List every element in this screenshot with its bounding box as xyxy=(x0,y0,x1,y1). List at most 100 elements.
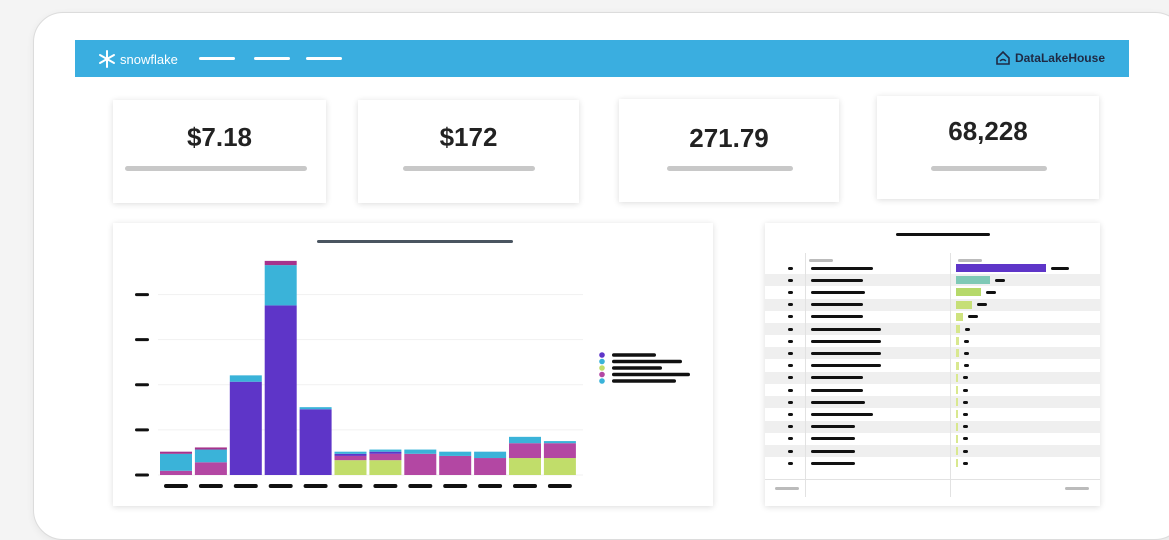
row-value-bar[interactable] xyxy=(956,349,959,358)
bar-segment[interactable] xyxy=(299,407,332,410)
row-value-bar[interactable] xyxy=(956,325,960,333)
row-value-bar[interactable] xyxy=(956,337,959,346)
kpi-value: $7.18 xyxy=(186,122,253,152)
column-header-value xyxy=(958,259,982,262)
bar-segment[interactable] xyxy=(264,265,297,306)
bar-segment[interactable] xyxy=(369,460,402,475)
row-value-bar[interactable] xyxy=(956,264,1046,272)
x-tick-label xyxy=(164,484,188,488)
bar-segment[interactable] xyxy=(194,449,227,463)
column-divider xyxy=(805,253,806,497)
nav-link-1[interactable] xyxy=(199,57,235,60)
row-value-label xyxy=(963,400,968,404)
bar-segment[interactable] xyxy=(509,443,541,459)
bar-segment[interactable] xyxy=(299,409,332,475)
row-value-bar[interactable] xyxy=(956,361,959,370)
x-tick-label xyxy=(233,484,258,488)
row-value-label xyxy=(963,437,968,441)
row-value-bar[interactable] xyxy=(956,300,973,309)
row-value-bar[interactable] xyxy=(956,276,991,285)
x-tick-label xyxy=(478,484,503,488)
bar-segment[interactable] xyxy=(474,451,507,459)
snowflake-logo[interactable]: snowflake xyxy=(97,49,178,69)
y-tick-label xyxy=(135,473,149,477)
row-name xyxy=(811,461,855,465)
row-value-bar[interactable] xyxy=(956,459,958,468)
row-value-label xyxy=(963,364,969,368)
legend-swatch[interactable] xyxy=(599,358,605,365)
bar-segment[interactable] xyxy=(369,453,402,461)
row-value-bar[interactable] xyxy=(956,288,982,297)
legend-swatch[interactable] xyxy=(599,371,605,378)
nav-link-2[interactable] xyxy=(254,57,290,60)
bar-chart-card xyxy=(113,223,713,506)
row-value-bar[interactable] xyxy=(956,312,964,321)
bar-segment[interactable] xyxy=(543,443,576,459)
kpi-card-2[interactable]: $172 xyxy=(358,100,579,203)
bar-segment[interactable] xyxy=(264,260,297,266)
x-tick-label xyxy=(443,484,468,488)
bar-segment[interactable] xyxy=(369,449,402,452)
bar-segment[interactable] xyxy=(229,375,262,382)
partner-name: DataLakeHouse xyxy=(1014,51,1105,65)
row-index xyxy=(788,364,793,368)
bar-segment[interactable] xyxy=(194,462,227,475)
row-value-bar[interactable] xyxy=(956,398,958,407)
bar-segment[interactable] xyxy=(509,436,541,444)
table-footer-left xyxy=(775,487,799,490)
bar-segment[interactable] xyxy=(439,451,472,456)
partner-logo[interactable]: DataLakeHouse xyxy=(995,50,1105,66)
legend-swatch[interactable] xyxy=(599,365,605,371)
row-index xyxy=(788,412,793,416)
row-name xyxy=(811,327,881,331)
bar-segment[interactable] xyxy=(543,458,576,475)
row-value-bar[interactable] xyxy=(956,447,958,455)
legend-swatch[interactable] xyxy=(599,378,605,384)
bar-segment[interactable] xyxy=(334,453,367,456)
bar-segment[interactable] xyxy=(334,455,367,461)
row-value-bar[interactable] xyxy=(956,386,958,394)
kpi-card-4[interactable]: 68,228 xyxy=(877,96,1099,199)
kpi-label-placeholder xyxy=(403,166,535,171)
row-value-label xyxy=(963,449,968,453)
snowflake-icon xyxy=(99,50,115,68)
bar-segment[interactable] xyxy=(160,453,192,471)
kpi-value: 271.79 xyxy=(689,123,769,153)
row-value-bar[interactable] xyxy=(956,422,958,431)
kpi-card-1[interactable]: $7.18 xyxy=(113,100,326,203)
row-value-label xyxy=(963,351,969,355)
bar-segment[interactable] xyxy=(194,447,227,450)
bar-segment[interactable] xyxy=(264,305,297,475)
bar-segment[interactable] xyxy=(334,451,367,454)
bar-segment[interactable] xyxy=(160,470,192,475)
nav-link-3[interactable] xyxy=(306,57,342,60)
bar-segment[interactable] xyxy=(369,451,402,454)
bar-segment[interactable] xyxy=(509,458,541,475)
kpi-card-3[interactable]: 271.79 xyxy=(619,99,839,202)
bar-segment[interactable] xyxy=(229,381,262,475)
row-name xyxy=(811,400,865,404)
bar-segment[interactable] xyxy=(439,455,472,475)
row-index xyxy=(788,327,793,331)
row-value-bar[interactable] xyxy=(956,373,958,382)
row-name xyxy=(811,303,863,307)
row-value-label xyxy=(995,278,1006,282)
bar-segment[interactable] xyxy=(404,453,437,475)
y-tick-label xyxy=(135,383,149,387)
x-tick-label xyxy=(268,484,293,488)
row-index xyxy=(788,425,793,429)
legend-swatch[interactable] xyxy=(599,352,605,358)
row-value-bar[interactable] xyxy=(956,434,958,443)
bar-segment[interactable] xyxy=(404,449,437,454)
row-value-bar[interactable] xyxy=(956,410,958,419)
row-index xyxy=(788,315,793,319)
row-value-label xyxy=(986,290,997,294)
row-value-label xyxy=(963,412,968,416)
bar-segment[interactable] xyxy=(334,460,367,475)
bar-segment[interactable] xyxy=(543,441,576,444)
datalakehouse-icon xyxy=(996,50,1010,65)
bar-segment[interactable] xyxy=(474,458,507,475)
row-value-label xyxy=(1051,266,1069,270)
bar-segment[interactable] xyxy=(160,451,192,454)
row-name xyxy=(811,425,855,429)
